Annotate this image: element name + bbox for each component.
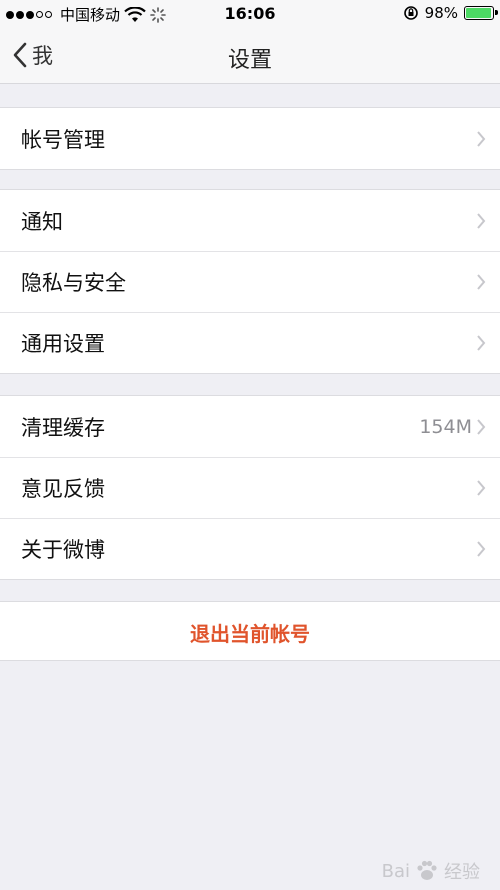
settings-row-account-management[interactable]: 帐号管理 <box>0 108 500 169</box>
chevron-right-icon <box>477 130 486 147</box>
chevron-right-icon <box>477 418 486 435</box>
logout-button[interactable]: 退出当前帐号 <box>0 601 500 661</box>
battery-icon <box>464 6 498 20</box>
chevron-right-icon <box>477 479 486 496</box>
row-label: 意见反馈 <box>21 476 105 501</box>
settings-row-general-settings[interactable]: 通用设置 <box>0 312 500 373</box>
settings-group-misc: 清理缓存 154M 意见反馈 关于微博 <box>0 395 500 580</box>
settings-row-clear-cache[interactable]: 清理缓存 154M <box>0 396 500 457</box>
settings-row-notifications[interactable]: 通知 <box>0 190 500 251</box>
chevron-right-icon <box>477 273 486 290</box>
row-label: 隐私与安全 <box>21 270 126 295</box>
settings-row-privacy-security[interactable]: 隐私与安全 <box>0 251 500 312</box>
cache-size-value: 154M <box>419 415 472 438</box>
row-label: 帐号管理 <box>21 127 105 152</box>
watermark: Bai 经验 <box>382 858 480 884</box>
settings-group-account: 帐号管理 <box>0 107 500 170</box>
settings-group-general: 通知 隐私与安全 通用设置 <box>0 189 500 374</box>
chevron-right-icon <box>477 540 486 557</box>
row-label: 通用设置 <box>21 331 105 356</box>
settings-row-about[interactable]: 关于微博 <box>0 518 500 579</box>
battery-level <box>466 8 492 18</box>
watermark-suffix: 经验 <box>444 862 480 883</box>
watermark-brand: Bai <box>381 860 410 882</box>
paw-icon <box>417 860 437 880</box>
orientation-lock-icon <box>403 6 418 20</box>
row-label: 通知 <box>21 209 63 234</box>
status-right: 98% <box>403 4 498 22</box>
row-label: 关于微博 <box>21 537 105 562</box>
row-label: 清理缓存 <box>21 415 105 440</box>
battery-percent: 98% <box>424 4 458 22</box>
chevron-right-icon <box>477 212 486 229</box>
settings-row-feedback[interactable]: 意见反馈 <box>0 457 500 518</box>
navigation-bar: 我 设置 <box>0 30 500 84</box>
status-bar: 中国移动 16:06 98% <box>0 0 500 30</box>
chevron-right-icon <box>477 334 486 351</box>
logout-label: 退出当前帐号 <box>190 622 310 646</box>
page-title: 设置 <box>227 48 272 73</box>
